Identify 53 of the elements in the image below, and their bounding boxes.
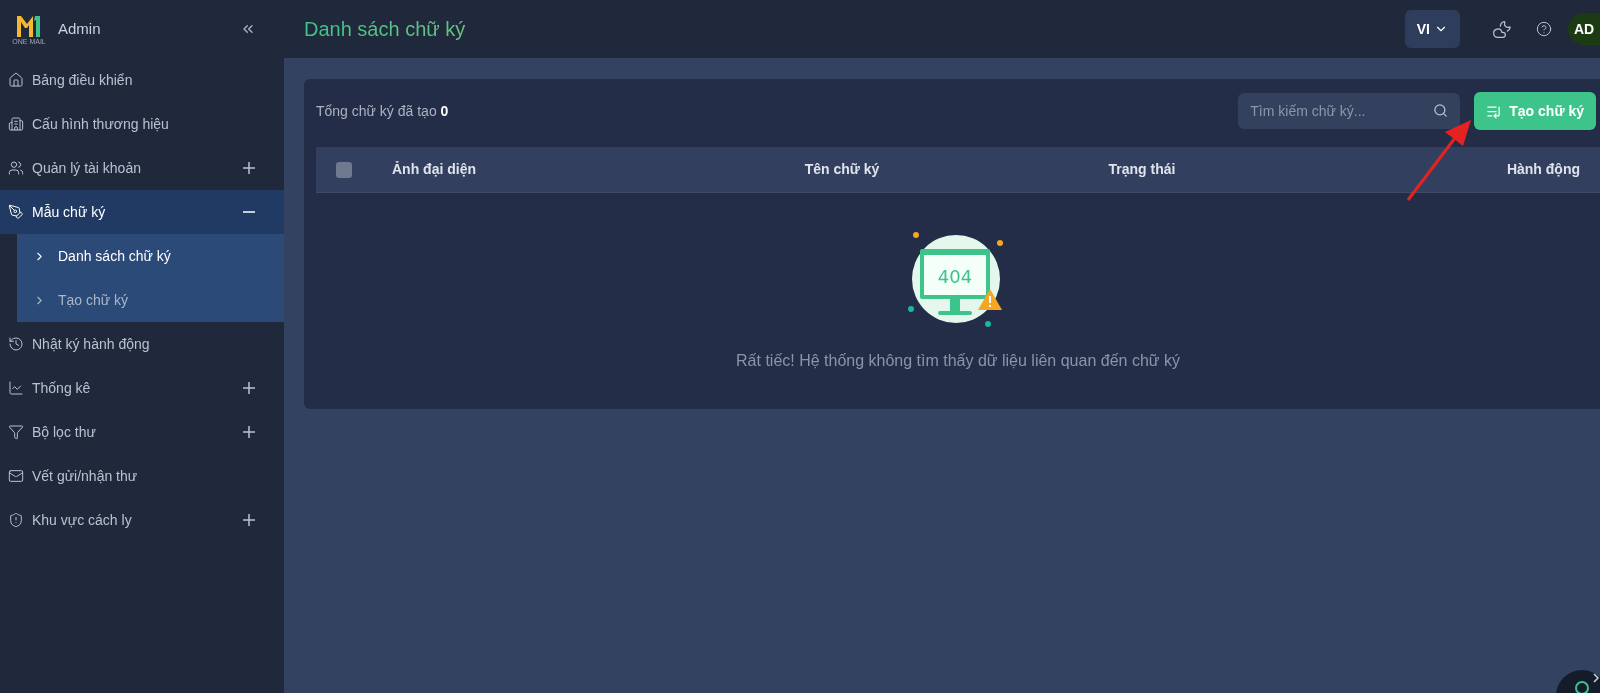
sidebar-item[interactable]: Vết gửi/nhận thư [0, 454, 284, 498]
menu-label: Bảng điều khiển [32, 70, 134, 90]
select-all-checkbox[interactable] [336, 161, 352, 178]
menu-icon [8, 336, 24, 352]
menu-label: Quản lý tài khoản [32, 158, 142, 178]
user-avatar[interactable]: AD [1568, 13, 1600, 45]
menu-label: Vết gửi/nhận thư [32, 466, 139, 486]
help-icon[interactable] [1536, 21, 1552, 37]
expand-icon[interactable] [242, 425, 256, 439]
expand-icon[interactable] [242, 381, 256, 395]
menu-icon [8, 72, 24, 88]
menu-icon [8, 116, 24, 132]
menu-label: Bộ lọc thư [32, 422, 97, 442]
sidebar-item[interactable]: Bảng điều khiển [0, 58, 284, 102]
sidebar-item[interactable]: Cấu hình thương hiệu [0, 102, 284, 146]
theme-icon[interactable] [1492, 19, 1512, 39]
menu-icon [8, 380, 24, 396]
menu-label: Khu vực cách ly [32, 510, 133, 530]
column-header: Hành động [1505, 160, 1581, 179]
search-field[interactable]: Tìm kiếm chữ ký... [1238, 93, 1461, 129]
expand-icon[interactable] [242, 161, 256, 175]
menu-label: Mẫu chữ ký [32, 202, 107, 222]
error-code: 404 [937, 266, 973, 287]
sidebar-item[interactable]: Thống kê [0, 366, 284, 410]
menu-label: Cấu hình thương hiệu [32, 114, 170, 134]
submenu-item[interactable]: Tạo chữ ký [17, 278, 284, 322]
submenu-label: Tạo chữ ký [58, 290, 129, 310]
search-icon [1433, 103, 1449, 118]
sidebar-item[interactable]: Mẫu chữ ký [0, 190, 284, 234]
expand-icon[interactable] [242, 513, 256, 527]
menu-icon [8, 204, 24, 220]
total-count-text: Tổng chữ ký đã tạo 0 [316, 101, 450, 121]
list-arrow-icon [1486, 103, 1502, 119]
submenu-label: Danh sách chữ ký [58, 246, 171, 266]
menu-icon [8, 468, 24, 484]
submenu-item[interactable]: Danh sách chữ ký [17, 234, 284, 278]
sidebar-item[interactable]: Bộ lọc thư [0, 410, 284, 454]
menu-icon [8, 424, 24, 440]
sidebar-item[interactable]: Khu vực cách ly [0, 498, 284, 542]
menu-icon [8, 512, 24, 528]
sidebar-item[interactable]: Quản lý tài khoản [0, 146, 284, 190]
sidebar-item[interactable]: Nhật ký hành động [0, 322, 284, 366]
menu-icon [8, 160, 24, 176]
column-header: Ảnh đại diện [392, 160, 477, 179]
app-title: Admin [58, 18, 101, 39]
chat-widget-icon[interactable] [1554, 668, 1600, 693]
logo-icon [16, 13, 42, 38]
menu-label: Thống kê [32, 378, 92, 398]
language-select[interactable]: VI [1404, 10, 1460, 48]
empty-message: Rất tiếc! Hệ thống không tìm thấy dữ liệu liên quan đến chữ ký [736, 351, 1180, 371]
column-header: Tên chữ ký [803, 160, 881, 179]
column-header: Trạng thái [1107, 160, 1177, 179]
menu-label: Nhật ký hành động [32, 334, 151, 354]
